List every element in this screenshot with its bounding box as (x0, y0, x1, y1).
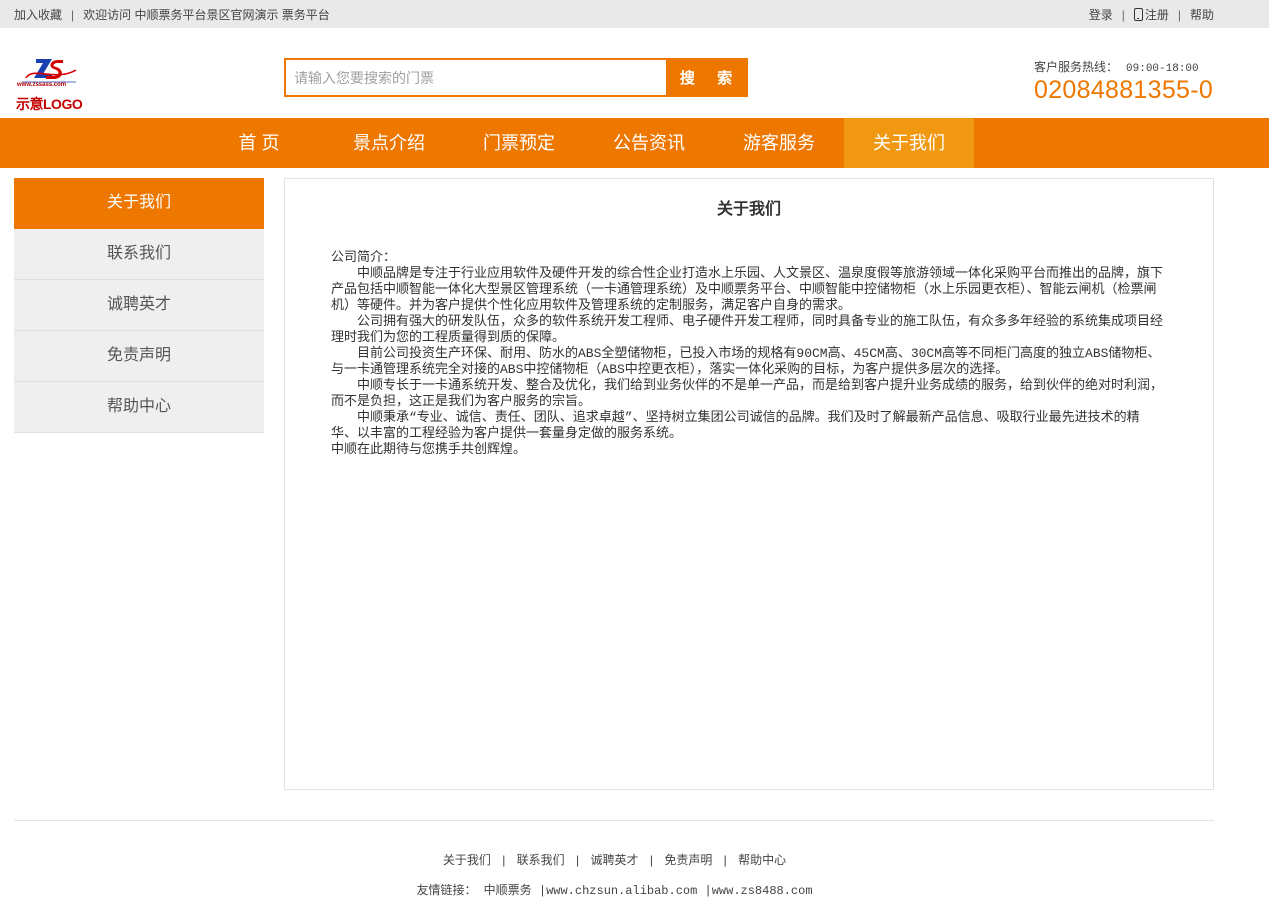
footer-link-contact-us[interactable]: 联系我们 (517, 853, 565, 867)
nav-item-ticket-booking[interactable]: 门票预定 (454, 118, 584, 168)
friend-link[interactable]: www.zs8488.com (712, 884, 813, 898)
footer-link-disclaimer[interactable]: 免责声明 (664, 853, 712, 867)
friend-link-separator: | (704, 884, 712, 898)
paragraph: 中顺品牌是专注于行业应用软件及硬件开发的综合性企业打造水上乐园、人文景区、温泉度… (331, 266, 1164, 313)
add-favorite-link[interactable]: 加入收藏 (14, 6, 62, 23)
top-utility-bar: 加入收藏 | 欢迎访问 中顺票务平台景区官网演示 票务平台 登录 | 注册 | … (0, 0, 1269, 28)
footer-separator: | (723, 853, 727, 867)
closing-line: 中顺在此期待与您携手共创辉煌。 (331, 442, 527, 457)
service-hotline: 客户服务热线： 09:00-18:00 02084881355-0 (1034, 58, 1214, 105)
sidebar-item-careers[interactable]: 诚聘英才 (14, 280, 264, 331)
topbar-separator: | (71, 7, 75, 22)
footer-separator: | (502, 853, 506, 867)
mobile-phone-icon (1133, 8, 1143, 21)
about-body-text: 公司简介： 中顺品牌是专注于行业应用软件及硬件开发的综合性企业打造水上乐园、人文… (331, 250, 1163, 458)
friend-link-separator: | (538, 884, 547, 898)
friend-link[interactable]: 中顺票务 (484, 883, 532, 897)
register-link[interactable]: 注册 (1145, 6, 1169, 23)
friend-links-label: 友情链接： (416, 883, 477, 897)
sidebar-item-contact-us[interactable]: 联系我们 (14, 229, 264, 280)
topbar-right: 登录 | 注册 | 帮助 (1089, 6, 1214, 23)
footer-divider (14, 820, 1214, 821)
welcome-text: 欢迎访问 中顺票务平台景区官网演示 票务平台 (83, 8, 330, 22)
topbar-left: 加入收藏 | 欢迎访问 中顺票务平台景区官网演示 票务平台 (14, 6, 330, 23)
nav-item-attractions[interactable]: 景点介绍 (324, 118, 454, 168)
footer-links: 关于我们 | 联系我们 | 诚聘英才 | 免责声明 | 帮助中心 (0, 851, 1229, 868)
search-button[interactable]: 搜 索 (666, 60, 746, 95)
paragraph: 目前公司投资生产环保、耐用、防水的ABS全塑储物柜，已投入市场的规格有90CM高… (331, 346, 1161, 377)
ticket-search: 搜 索 (284, 58, 748, 97)
sidebar-item-help-center[interactable]: 帮助中心 (14, 382, 264, 433)
nav-item-about-us[interactable]: 关于我们 (844, 118, 974, 168)
page-title: 关于我们 (716, 201, 781, 218)
login-link[interactable]: 登录 (1089, 6, 1113, 23)
help-link[interactable]: 帮助 (1190, 6, 1214, 23)
hotline-label-row: 客户服务热线： 09:00-18:00 (1034, 58, 1214, 75)
main-nav: 首 页 景点介绍 门票预定 公告资讯 游客服务 关于我们 (0, 118, 1269, 168)
logo-caption: 示意LOGO (16, 96, 83, 112)
paragraph: 中顺秉承“专业、诚信、责任、团队、追求卓越”、坚持树立集团公司诚信的品牌。我们及… (331, 410, 1140, 441)
hotline-label: 客户服务热线： (1034, 60, 1119, 74)
topbar-separator: | (1121, 7, 1125, 22)
search-input[interactable] (286, 60, 666, 95)
friend-links: 友情链接： 中顺票务 |www.chzsun.alibab.com |www.z… (0, 881, 1229, 898)
friend-link[interactable]: www.chzsun.alibab.com (546, 884, 697, 898)
paragraph: 中顺专长于一卡通系统开发、整合及优化，我们给到业务伙伴的不是单一产品，而是给到客… (331, 378, 1164, 409)
footer-separator: | (649, 853, 653, 867)
nav-item-news[interactable]: 公告资讯 (584, 118, 714, 168)
topbar-separator: | (1177, 7, 1181, 22)
sidebar-item-about-us[interactable]: 关于我们 (14, 178, 264, 229)
sidebar: 关于我们 联系我们 诚聘英才 免责声明 帮助中心 (14, 178, 264, 433)
footer-link-help-center[interactable]: 帮助中心 (738, 853, 786, 867)
nav-item-home[interactable]: 首 页 (194, 118, 324, 168)
footer-link-about-us[interactable]: 关于我们 (443, 853, 491, 867)
hotline-hours: 09:00-18:00 (1126, 63, 1199, 75)
sidebar-item-disclaimer[interactable]: 免责声明 (14, 331, 264, 382)
about-content-panel: 关于我们 公司简介： 中顺品牌是专注于行业应用软件及硬件开发的综合性企业打造水上… (284, 178, 1214, 790)
footer-separator: | (576, 853, 580, 867)
logo-mark-icon (22, 59, 77, 83)
intro-heading: 公司简介： (331, 250, 397, 265)
hotline-phone: 02084881355-0 (1034, 76, 1214, 104)
logo-url-text: www.zssass.com (17, 82, 67, 88)
site-logo[interactable]: www.zssass.com 示意LOGO (16, 56, 86, 112)
footer-link-careers[interactable]: 诚聘英才 (590, 853, 638, 867)
nav-item-visitor-service[interactable]: 游客服务 (714, 118, 844, 168)
paragraph: 公司拥有强大的研发队伍，众多的软件系统开发工程师、电子硬件开发工程师，同时具备专… (331, 314, 1164, 345)
